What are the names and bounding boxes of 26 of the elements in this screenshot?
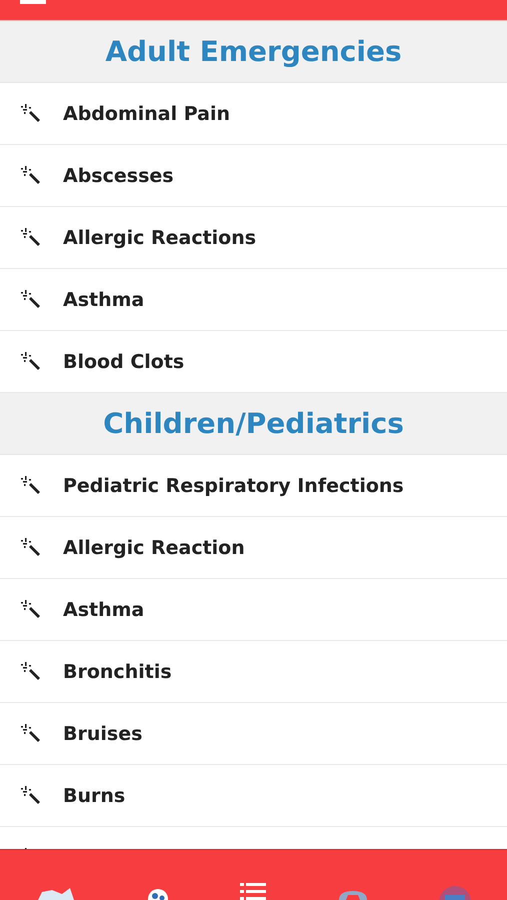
wand-icon: [20, 350, 42, 372]
list-item[interactable]: Allergic Reactions: [0, 207, 507, 269]
wand-icon: [20, 164, 42, 186]
wand-icon: [20, 722, 42, 744]
wand-icon: [20, 784, 42, 806]
menu-icon[interactable]: [20, 0, 46, 6]
list-icon[interactable]: [240, 883, 266, 900]
wand-icon: [20, 660, 42, 682]
list-item[interactable]: Asthma: [0, 269, 507, 331]
globe-icon[interactable]: [147, 888, 170, 900]
wand-icon: [20, 474, 42, 496]
wand-icon: [20, 288, 42, 310]
wand-icon: [20, 102, 42, 124]
section-title: Adult Emergencies: [105, 35, 402, 68]
wand-icon: [20, 536, 42, 558]
list-item[interactable]: Abscesses: [0, 145, 507, 207]
list-item[interactable]: Asthma: [0, 579, 507, 641]
section-title: Children/Pediatrics: [103, 407, 404, 440]
list-item[interactable]: Pediatric Respiratory Infections: [0, 455, 507, 517]
list-item[interactable]: Abdominal Pain: [0, 83, 507, 145]
list-item[interactable]: Allergic Reaction: [0, 517, 507, 579]
list-item[interactable]: Burns: [0, 765, 507, 827]
list-item[interactable]: Bronchitis: [0, 641, 507, 703]
list-item[interactable]: Bruises: [0, 703, 507, 765]
wand-icon: [20, 226, 42, 248]
wand-icon: [20, 598, 42, 620]
